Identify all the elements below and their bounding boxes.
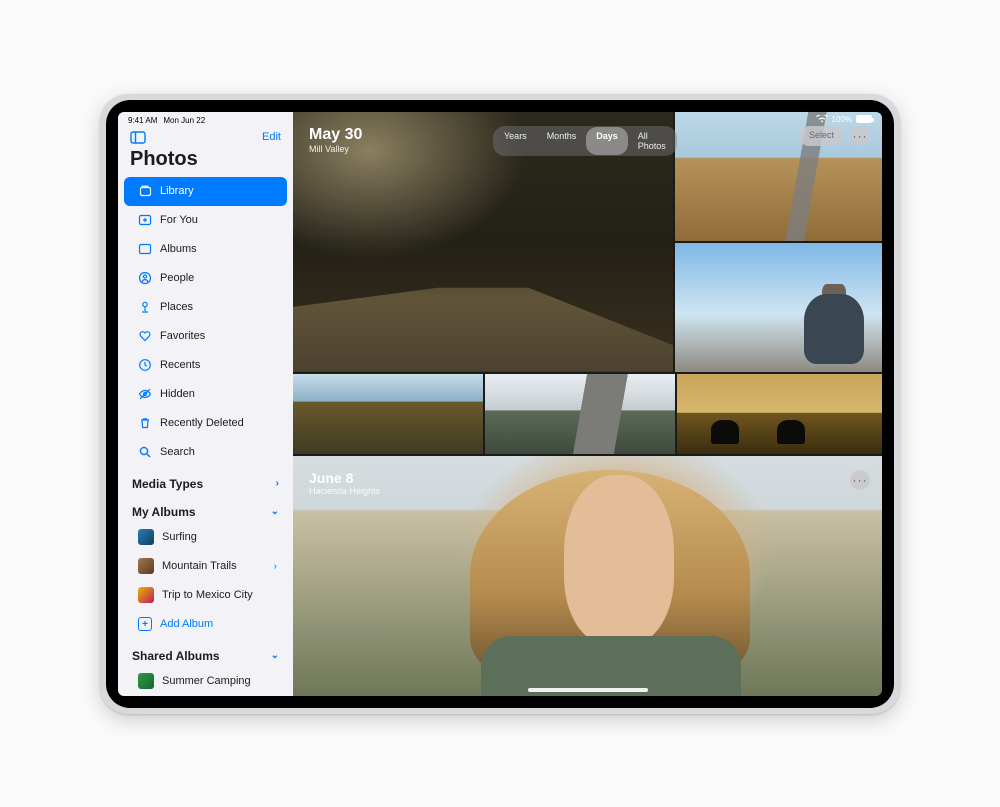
status-time: 9:41 AM [128,116,157,125]
sidebar-item-label: People [160,272,277,284]
sidebar-item-library[interactable]: Library [124,177,287,206]
edit-button[interactable]: Edit [262,131,281,143]
album-label: Summer Camping [162,675,277,687]
person-circle-icon [138,271,152,285]
magnifier-icon [138,445,152,459]
status-bar-left: 9:41 AM Mon Jun 22 [118,112,293,125]
sidebar-item-search[interactable]: Search [124,438,287,467]
sidebar-item-label: Hidden [160,388,277,400]
battery-icon [856,115,872,123]
status-bar-right: 100% [816,115,872,124]
photo-hero[interactable]: May 30 Mill Valley Years Months Days All… [293,112,673,372]
sidebar: 9:41 AM Mon Jun 22 Edit Photos Li [118,112,293,696]
section-media-types[interactable]: Media Types › [118,467,293,495]
sidebar-item-recently-deleted[interactable]: Recently Deleted [124,409,287,438]
trash-icon [138,416,152,430]
album-thumb [138,587,154,603]
add-album-label: Add Album [160,618,277,630]
segment-days[interactable]: Days [586,127,628,155]
clock-icon [138,358,152,372]
more-button[interactable]: ··· [850,470,870,490]
sidebar-item-label: Places [160,301,277,313]
group-date: June 8 [309,470,380,486]
photo-tile[interactable] [677,374,882,454]
section-shared-albums[interactable]: Shared Albums ⌄ [118,639,293,667]
more-button[interactable]: ··· [850,126,870,146]
eye-slash-icon [138,387,152,401]
shared-item-summer-camping[interactable]: Summer Camping [124,667,287,696]
sidebar-item-label: Library [160,185,277,197]
album-label: Trip to Mexico City [162,589,277,601]
album-label: Surfing [162,531,277,543]
group-date: May 30 [309,126,362,144]
plus-icon: + [138,617,152,631]
chevron-right-icon: › [274,561,277,572]
sidebar-item-label: Albums [160,243,277,255]
section-my-albums[interactable]: My Albums ⌄ [118,495,293,523]
segment-all-photos[interactable]: All Photos [628,127,676,155]
album-rect-icon [138,242,152,256]
photo-grid: 100% May 30 Mill Valley Years Months Day… [293,112,882,696]
chevron-down-icon: ⌄ [271,650,279,661]
app-title: Photos [118,148,293,177]
sidebar-item-recents[interactable]: Recents [124,351,287,380]
add-album-button[interactable]: + Add Album [124,610,287,639]
album-item-mountain-trails[interactable]: Mountain Trails › [124,552,287,581]
battery-pct: 100% [832,115,852,124]
sidebar-item-label: Recently Deleted [160,417,277,429]
album-thumb [138,673,154,689]
chevron-right-icon: › [276,478,279,489]
sidebar-item-label: Search [160,446,277,458]
photo-tile[interactable] [293,374,483,454]
album-label: Mountain Trails [162,560,266,572]
sidebar-item-hidden[interactable]: Hidden [124,380,287,409]
sparkle-rect-icon [138,213,152,227]
sidebar-item-people[interactable]: People [124,264,287,293]
album-thumb [138,558,154,574]
status-date: Mon Jun 22 [163,116,205,125]
sidebar-item-label: Favorites [160,330,277,342]
section-title: Shared Albums [132,649,220,663]
group-location: Hacienda Heights [309,486,380,496]
sidebar-item-favorites[interactable]: Favorites [124,322,287,351]
photo-tile[interactable] [675,243,882,372]
sidebar-item-label: For You [160,214,277,226]
section-title: Media Types [132,477,203,491]
photo-hero[interactable]: June 8 Hacienda Heights ··· [293,456,882,696]
album-item-trip-mexico[interactable]: Trip to Mexico City [124,581,287,610]
sidebar-item-label: Recents [160,359,277,371]
wifi-icon [816,115,828,123]
segment-years[interactable]: Years [494,127,537,155]
photo-tile[interactable] [485,374,675,454]
sidebar-item-for-you[interactable]: For You [124,206,287,235]
sidebar-item-albums[interactable]: Albums [124,235,287,264]
photo-stack-icon [138,184,152,198]
album-thumb [138,529,154,545]
sidebar-item-places[interactable]: Places [124,293,287,322]
select-button[interactable]: Select [799,126,844,146]
sidebar-toggle-icon[interactable] [130,131,146,144]
segment-months[interactable]: Months [537,127,587,155]
map-pin-icon [138,300,152,314]
heart-icon [138,329,152,343]
ipad-device-frame: 9:41 AM Mon Jun 22 Edit Photos Li [100,94,900,714]
view-segmented-control[interactable]: Years Months Days All Photos [493,126,677,156]
section-title: My Albums [132,505,196,519]
chevron-down-icon: ⌄ [271,506,279,517]
group-location: Mill Valley [309,144,362,154]
home-indicator[interactable] [528,688,648,692]
album-item-surfing[interactable]: Surfing [124,523,287,552]
